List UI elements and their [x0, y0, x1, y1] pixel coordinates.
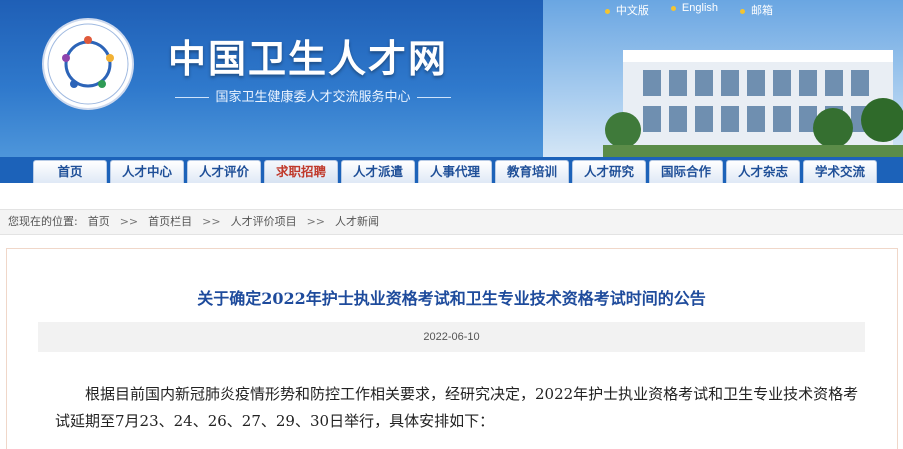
building-illustration [603, 50, 903, 160]
lang-en-link[interactable]: English [670, 2, 718, 18]
main-nav: 首页 人才中心 人才评价 求职招聘 人才派遣 人事代理 教育培训 人才研究 国际… [33, 160, 877, 183]
nav-item-talent-research[interactable]: 人才研究 [572, 160, 646, 183]
lang-cn-link[interactable]: 中文版 [604, 2, 649, 18]
breadcrumb-item-home[interactable]: 首页 [88, 210, 110, 234]
nav-item-talent-magazine[interactable]: 人才杂志 [726, 160, 800, 183]
nav-item-home[interactable]: 首页 [33, 160, 107, 183]
site-header: 中文版 English 邮箱 中国卫生人才网 国家卫生健康委人才交流服务中心 [0, 0, 903, 160]
breadcrumb-label: 您现在的位置: [8, 215, 78, 228]
breadcrumb-item-evaluation[interactable]: 人才评价项目 [231, 210, 297, 234]
nav-item-personnel-agency[interactable]: 人事代理 [418, 160, 492, 183]
nav-item-talent-dispatch[interactable]: 人才派遣 [341, 160, 415, 183]
site-subtitle: 国家卫生健康委人才交流服务中心 [168, 86, 458, 105]
breadcrumb-separator: >> [119, 215, 139, 228]
nav-item-job-recruitment[interactable]: 求职招聘 [264, 160, 338, 183]
breadcrumb: 您现在的位置: 首页 >> 首页栏目 >> 人才评价项目 >> 人才新闻 [0, 209, 903, 235]
mailbox-link[interactable]: 邮箱 [740, 2, 773, 18]
nav-item-education-training[interactable]: 教育培训 [495, 160, 569, 183]
nav-item-international[interactable]: 国际合作 [649, 160, 723, 183]
breadcrumb-item-news[interactable]: 人才新闻 [335, 210, 379, 234]
breadcrumb-item-column[interactable]: 首页栏目 [148, 210, 192, 234]
site-title: 中国卫生人才网 [168, 37, 449, 81]
article-paragraph-text: 根据目前国内新冠肺炎疫情形势和防控工作相关要求，经研究决定，2022年护士执业资… [55, 385, 859, 430]
article-title: 关于确定2022年护士执业资格考试和卫生专业技术资格考试时间的公告 [197, 289, 706, 308]
top-links: 中文版 English 邮箱 [604, 2, 773, 18]
nav-item-talent-evaluation[interactable]: 人才评价 [187, 160, 261, 183]
article-date: 2022-06-10 [38, 322, 865, 352]
nav-item-academic-exchange[interactable]: 学术交流 [803, 160, 877, 183]
breadcrumb-separator: >> [306, 215, 326, 228]
article-paragraph: 根据目前国内新冠肺炎疫情形势和防控工作相关要求，经研究决定，2022年护士执业资… [55, 381, 865, 435]
logo-emblem-icon [47, 23, 129, 105]
nav-item-talent-center[interactable]: 人才中心 [110, 160, 184, 183]
breadcrumb-separator: >> [202, 215, 221, 228]
site-logo[interactable] [42, 18, 134, 110]
